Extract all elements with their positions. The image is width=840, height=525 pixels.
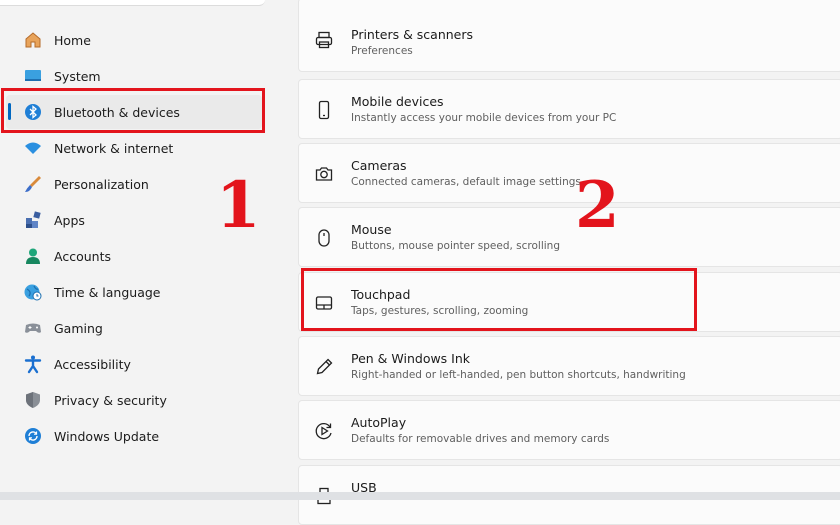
card-title: Mobile devices	[351, 94, 444, 109]
card-touchpad[interactable]: Touchpad Taps, gestures, scrolling, zoom…	[298, 272, 840, 332]
sidebar-item-system[interactable]: System	[6, 59, 262, 93]
window-bottom-edge	[0, 492, 840, 500]
gamepad-icon	[22, 317, 44, 339]
apps-icon	[22, 209, 44, 231]
card-title: Cameras	[351, 158, 407, 173]
sidebar-item-label: Accessibility	[54, 356, 131, 372]
sidebar-item-label: Gaming	[54, 320, 103, 336]
accessibility-icon	[22, 353, 44, 375]
sidebar-item-label: Accounts	[54, 248, 111, 264]
card-autoplay[interactable]: AutoPlay Defaults for removable drives a…	[298, 400, 840, 460]
card-subtitle: Buttons, mouse pointer speed, scrolling	[351, 240, 561, 252]
camera-icon	[313, 163, 335, 185]
card-mouse[interactable]: Mouse Buttons, mouse pointer speed, scro…	[298, 207, 840, 267]
sidebar-item-label: Apps	[54, 212, 85, 228]
sidebar-item-windows-update[interactable]: Windows Update	[6, 419, 262, 453]
update-icon	[22, 425, 44, 447]
globe-clock-icon	[22, 281, 44, 303]
sidebar-item-label: Bluetooth & devices	[54, 104, 180, 120]
autoplay-icon	[313, 420, 335, 442]
card-mobile-devices[interactable]: Mobile devices Instantly access your mob…	[298, 79, 840, 139]
sidebar-item-label: Network & internet	[54, 140, 174, 156]
annotation-step-1: 1	[216, 168, 261, 243]
pen-icon	[313, 356, 335, 378]
phone-icon	[313, 99, 335, 121]
sidebar-item-accessibility[interactable]: Accessibility	[6, 347, 262, 381]
sidebar-item-label: System	[54, 68, 101, 84]
card-subtitle: Instantly access your mobile devices fro…	[351, 112, 617, 124]
card-title: AutoPlay	[351, 415, 407, 430]
card-subtitle: Taps, gestures, scrolling, zooming	[351, 305, 529, 317]
account-icon	[22, 245, 44, 267]
card-printers-scanners[interactable]: Printers & scanners Preferences	[298, 0, 840, 72]
printer-icon	[313, 29, 335, 51]
card-title: Pen & Windows Ink	[351, 351, 471, 366]
sidebar-item-accounts[interactable]: Accounts	[6, 239, 262, 273]
sidebar-item-label: Personalization	[54, 176, 149, 192]
sidebar-item-home[interactable]: Home	[6, 23, 262, 57]
sidebar-item-label: Time & language	[54, 284, 161, 300]
card-pen-windows-ink[interactable]: Pen & Windows Ink Right-handed or left-h…	[298, 336, 840, 396]
card-title: Touchpad	[351, 287, 411, 302]
card-subtitle: Defaults for removable drives and memory…	[351, 433, 610, 445]
shield-icon	[22, 389, 44, 411]
card-cameras[interactable]: Cameras Connected cameras, default image…	[298, 143, 840, 203]
selection-indicator	[8, 103, 11, 120]
sidebar-item-bluetooth[interactable]: Bluetooth & devices	[6, 95, 262, 129]
card-title: Printers & scanners	[351, 27, 474, 42]
sidebar-item-time-language[interactable]: Time & language	[6, 275, 262, 309]
sidebar-item-label: Home	[54, 32, 91, 48]
card-subtitle: Preferences	[351, 45, 413, 57]
touchpad-icon	[313, 292, 335, 314]
card-title: Mouse	[351, 222, 392, 237]
wifi-icon	[22, 137, 44, 159]
brush-icon	[22, 173, 44, 195]
system-display-icon	[22, 65, 44, 87]
bluetooth-icon	[22, 101, 44, 123]
search-box[interactable]	[0, 0, 265, 6]
sidebar-item-gaming[interactable]: Gaming	[6, 311, 262, 345]
annotation-step-2: 2	[575, 168, 620, 243]
sidebar-item-privacy[interactable]: Privacy & security	[6, 383, 262, 417]
sidebar-item-label: Privacy & security	[54, 392, 167, 408]
sidebar-item-label: Windows Update	[54, 428, 160, 444]
home-icon	[22, 29, 44, 51]
card-subtitle: Connected cameras, default image setting…	[351, 176, 581, 188]
card-subtitle: Right-handed or left-handed, pen button …	[351, 369, 686, 381]
mouse-icon	[313, 227, 335, 249]
sidebar-item-network[interactable]: Network & internet	[6, 131, 262, 165]
